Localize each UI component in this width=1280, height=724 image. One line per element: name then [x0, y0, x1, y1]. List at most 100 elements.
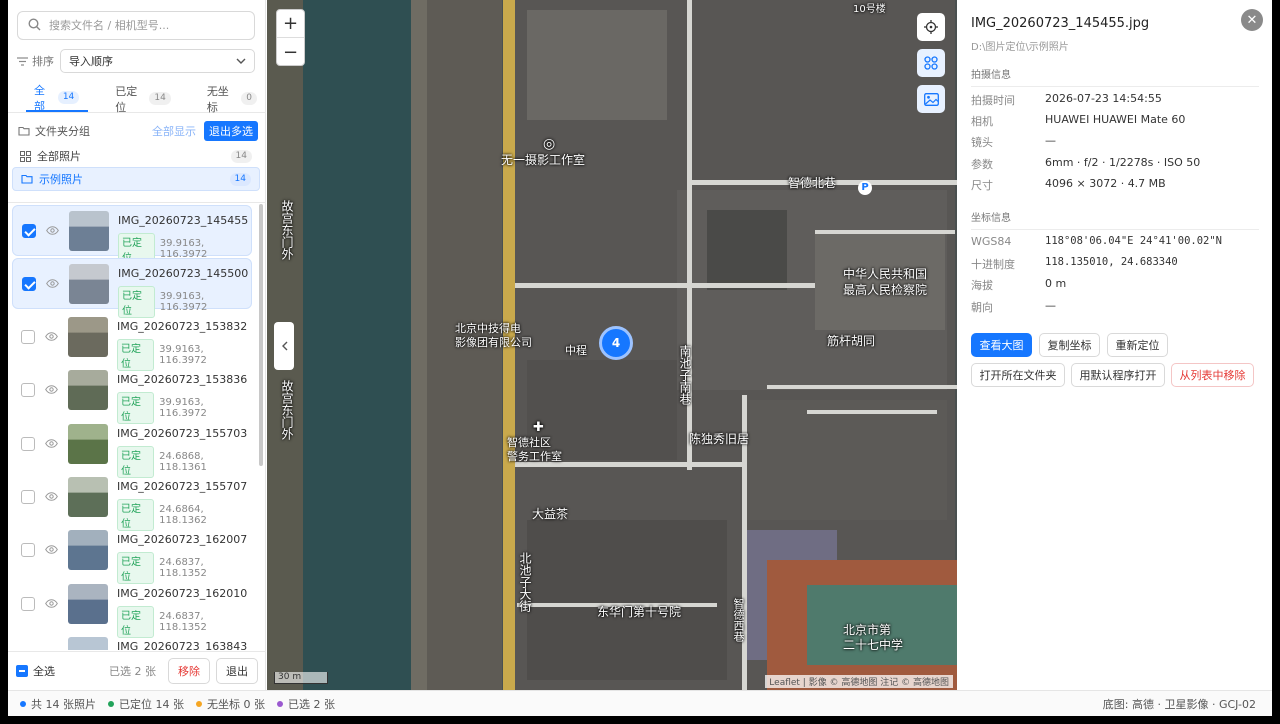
- zoom-control: + −: [276, 9, 305, 66]
- eye-icon[interactable]: [46, 224, 59, 238]
- status-total: 共 14 张照片: [20, 696, 96, 712]
- detail-row-key: 十进制度: [971, 258, 1015, 272]
- photo-coords: 39.9163, 116.3972: [159, 291, 208, 314]
- eye-icon[interactable]: [45, 383, 58, 397]
- detail-row: 拍摄时间 2026-07-23 14:54:55: [971, 92, 1259, 108]
- photo-checkbox[interactable]: [21, 543, 35, 558]
- map-label-school: 北京市第 二十七中学: [843, 623, 904, 652]
- detail-row-key: 拍摄时间: [971, 94, 1015, 107]
- photo-coords: 39.9163, 116.3972: [159, 343, 207, 366]
- camera-poi-icon: ◎: [543, 136, 556, 152]
- relocate-button[interactable]: 重新定位: [1107, 333, 1168, 357]
- photo-thumbnail: [68, 530, 108, 571]
- show-all-link[interactable]: 全部显示: [152, 123, 196, 139]
- folder-icon: [18, 126, 30, 136]
- remove-button[interactable]: 移除: [168, 658, 210, 684]
- locate-button[interactable]: [917, 13, 945, 41]
- tab-no-coords-label: 无坐标: [206, 84, 229, 114]
- detail-row-key: 镜头: [971, 136, 993, 150]
- search-icon: [28, 17, 41, 34]
- photo-list[interactable]: IMG_20260723_145455.jpg已定位39.9163, 116.3…: [8, 202, 266, 650]
- detail-row: 相机 HUAWEI HUAWEI Mate 60: [971, 113, 1259, 129]
- tab-all[interactable]: 全部 14: [26, 84, 89, 113]
- folder-group-header: 文件夹分组 全部显示 退出多选: [18, 121, 258, 141]
- zoom-out-button[interactable]: −: [277, 38, 304, 66]
- detail-row: 十进制度 118.135010, 24.683340: [971, 256, 1259, 272]
- close-icon: ✕: [1246, 12, 1258, 28]
- search-box[interactable]: [17, 11, 255, 40]
- thumbnail-toggle-button[interactable]: [917, 85, 945, 113]
- photo-list-item[interactable]: IMG_20260723_162010.jpg已定位24.6837, 118.1…: [12, 579, 252, 638]
- detail-row: 参数 6mm · f/2 · 1/2278s · ISO 50: [971, 156, 1259, 172]
- close-detail-button[interactable]: ✕: [1241, 9, 1263, 31]
- search-input[interactable]: [49, 19, 239, 32]
- photo-filename: IMG_20260723_155707.jpg: [117, 480, 247, 493]
- sort-label-text: 排序: [32, 55, 54, 68]
- select-all-checkbox[interactable]: [16, 665, 28, 677]
- select-all-toggle[interactable]: 全选: [16, 663, 55, 679]
- detail-row-value: —: [1045, 298, 1056, 312]
- photo-list-item[interactable]: IMG_20260723_153832.jpg已定位39.9163, 116.3…: [12, 312, 252, 371]
- detail-row: 镜头 —: [971, 134, 1259, 150]
- open-default-button[interactable]: 用默认程序打开: [1071, 363, 1165, 387]
- exit-button[interactable]: 退出: [216, 658, 258, 684]
- photo-list-item[interactable]: IMG_20260723_163843.jpg: [12, 632, 252, 650]
- photo-cluster-marker[interactable]: 4: [599, 326, 633, 360]
- photo-list-item[interactable]: IMG_20260723_162007.jpg已定位24.6837, 118.1…: [12, 525, 252, 585]
- eye-icon[interactable]: [45, 490, 58, 504]
- tab-all-count: 14: [57, 91, 80, 104]
- photo-list-item[interactable]: IMG_20260723_153836.jpg已定位39.9163, 116.3…: [12, 365, 252, 425]
- photo-checkbox[interactable]: [21, 329, 35, 344]
- detail-row: 海拔 0 m: [971, 277, 1259, 293]
- photo-checkbox[interactable]: [21, 436, 35, 451]
- collapse-sidebar-button[interactable]: [274, 322, 294, 370]
- map-label-building: 10号楼: [853, 4, 886, 15]
- photo-list-item[interactable]: IMG_20260723_145455.jpg已定位39.9163, 116.3…: [12, 205, 252, 265]
- filter-tabs: 全部 14 已定位 14 无坐标 0: [8, 84, 266, 114]
- copy-coords-button[interactable]: 复制坐标: [1039, 333, 1100, 357]
- photo-list-item[interactable]: IMG_20260723_155707.jpg已定位24.6864, 118.1…: [12, 472, 252, 531]
- sort-label: 排序: [17, 53, 54, 69]
- tab-located[interactable]: 已定位 14: [106, 84, 180, 114]
- group-sample-photos[interactable]: 示例照片 14: [12, 167, 260, 191]
- photo-thumbnail: [68, 637, 108, 650]
- eye-icon[interactable]: [45, 597, 58, 611]
- eye-icon[interactable]: [46, 277, 59, 291]
- police-poi-icon: ✚: [533, 420, 544, 435]
- detail-path: D:\图片定位\示例照片: [971, 42, 1069, 53]
- map-attribution[interactable]: Leaflet | 影像 © 高德地图 注记 © 高德地图: [765, 675, 953, 688]
- photo-filename: IMG_20260723_162010.jpg: [117, 586, 247, 600]
- sort-select[interactable]: 导入顺序: [60, 49, 255, 73]
- chevron-down-icon: [236, 58, 246, 64]
- detail-row-value: —: [1045, 134, 1056, 148]
- photo-checkbox[interactable]: [21, 383, 35, 398]
- photo-checkbox[interactable]: [21, 596, 35, 611]
- zoom-in-button[interactable]: +: [277, 10, 304, 38]
- select-all-label: 全选: [33, 665, 55, 678]
- photo-list-item[interactable]: IMG_20260723_145500.jpg已定位39.9163, 116.3…: [12, 258, 252, 319]
- exit-multiselect-button[interactable]: 退出多选: [204, 121, 258, 141]
- eye-icon[interactable]: [45, 437, 58, 451]
- view-large-button[interactable]: 查看大图: [971, 333, 1032, 357]
- eye-icon[interactable]: [45, 330, 58, 344]
- group-all-photos[interactable]: 全部照片 14: [12, 144, 260, 168]
- photo-checkbox[interactable]: [21, 490, 35, 504]
- photo-checkbox[interactable]: [22, 277, 36, 292]
- eye-icon[interactable]: [45, 543, 58, 557]
- map-view[interactable]: + − 10号楼 ◎ 无一摄影工作室 智德北巷 P 中华人民共和国 最高人民检察…: [267, 0, 957, 690]
- photo-checkbox[interactable]: [22, 224, 36, 238]
- remove-from-list-button[interactable]: 从列表中移除: [1171, 363, 1254, 387]
- map-label-donghua-yard: 东华门第十号院: [597, 605, 682, 619]
- map-label-zhide-west: 智德西巷: [732, 598, 745, 642]
- cluster-toggle-button[interactable]: [917, 49, 945, 77]
- map-label-electric-company: 北京中技得电 影像团有限公司: [455, 322, 532, 349]
- tab-no-coords[interactable]: 无坐标 0: [198, 84, 266, 114]
- cluster-icon: [924, 56, 938, 70]
- open-folder-button[interactable]: 打开所在文件夹: [971, 363, 1065, 387]
- status-no-coords: 无坐标 0 张: [196, 696, 265, 712]
- photo-thumbnail: [68, 583, 108, 624]
- photo-list-scrollbar[interactable]: [259, 204, 263, 466]
- tab-located-label: 已定位: [115, 84, 138, 114]
- map-label-community-police: 智德社区 警务工作室: [507, 436, 562, 463]
- photo-list-item[interactable]: IMG_20260723_155703.jpg已定位24.6868, 118.1…: [12, 419, 252, 478]
